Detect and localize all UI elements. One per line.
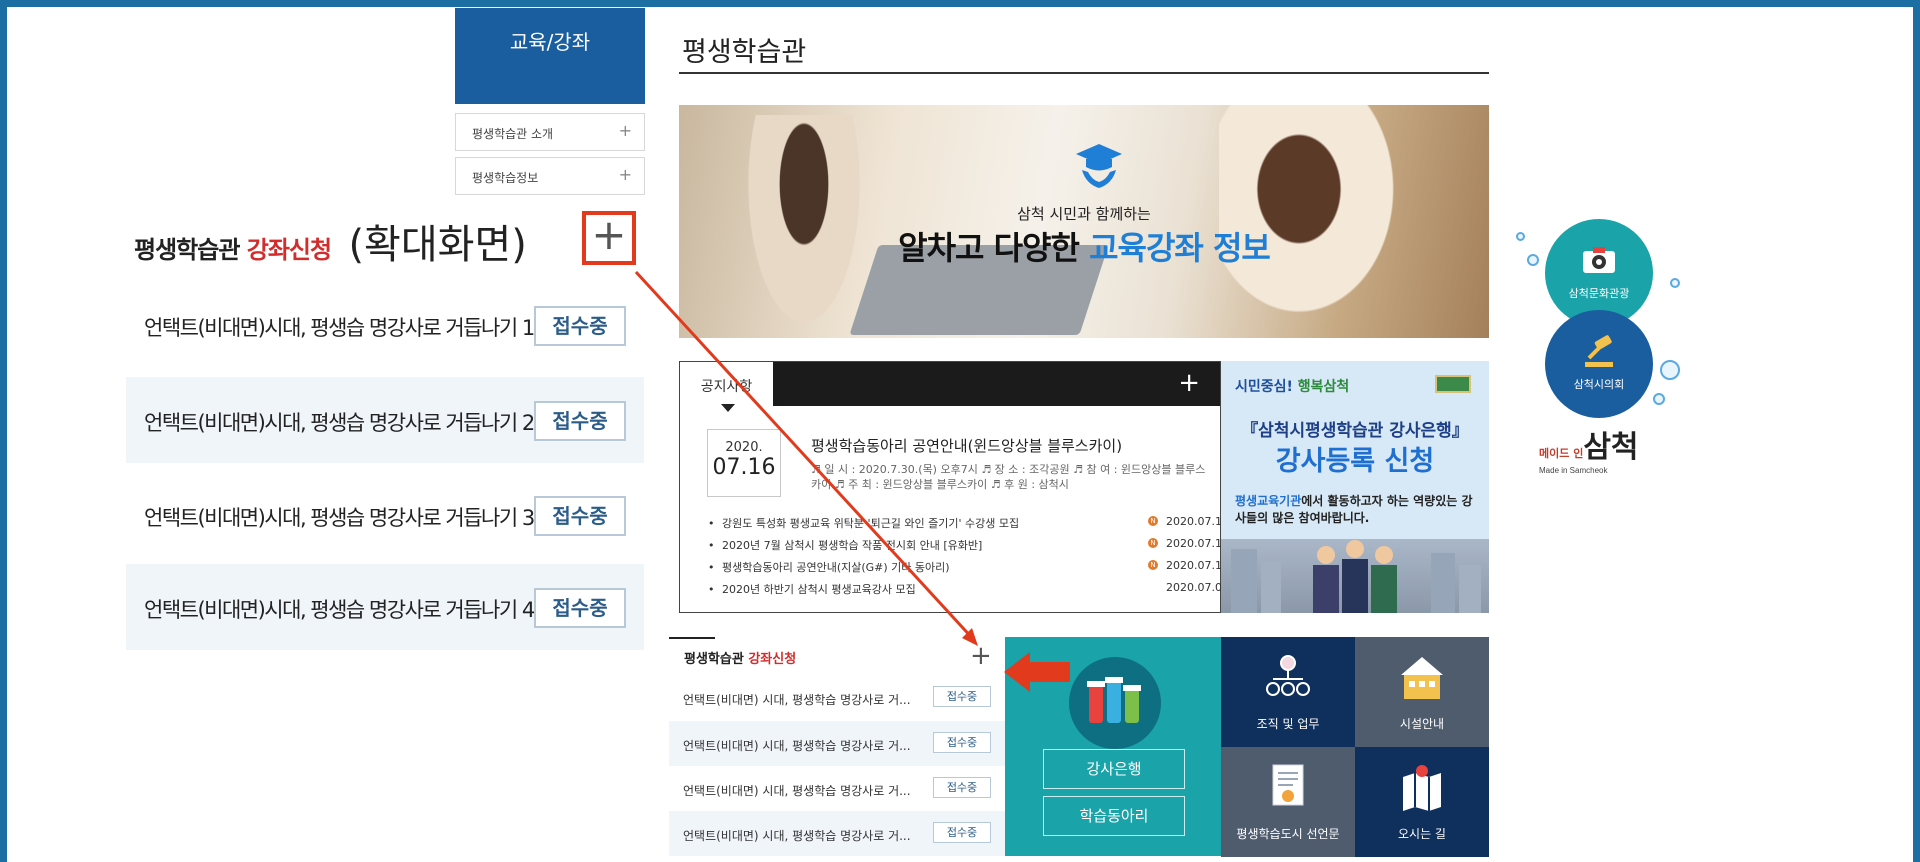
annotation-line (634, 270, 976, 642)
annotation-overlay (634, 270, 1070, 692)
left-arrow-icon (1004, 652, 1070, 692)
